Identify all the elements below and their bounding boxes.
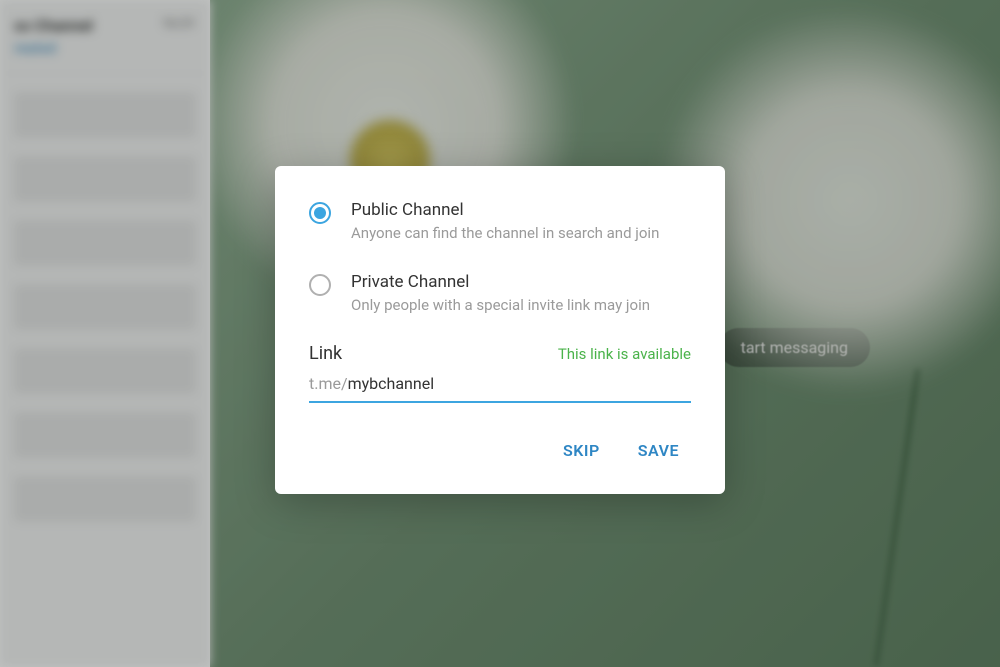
option-title: Private Channel [351,272,691,292]
link-input-container[interactable]: t.me/ [309,374,691,403]
link-availability-status: This link is available [558,345,691,363]
channel-type-dialog: Public Channel Anyone can find the chann… [275,166,725,494]
radio-unselected-icon [309,274,331,296]
radio-selected-icon [309,202,331,224]
option-description: Anyone can find the channel in search an… [351,224,691,244]
link-label: Link [309,343,342,364]
option-description: Only people with a special invite link m… [351,296,691,316]
private-channel-option[interactable]: Private Channel Only people with a speci… [309,272,691,316]
public-channel-option[interactable]: Public Channel Anyone can find the chann… [309,200,691,244]
skip-button[interactable]: SKIP [559,433,604,468]
option-title: Public Channel [351,200,691,220]
save-button[interactable]: SAVE [634,433,683,468]
link-prefix: t.me/ [309,374,348,393]
link-input[interactable] [348,374,691,393]
